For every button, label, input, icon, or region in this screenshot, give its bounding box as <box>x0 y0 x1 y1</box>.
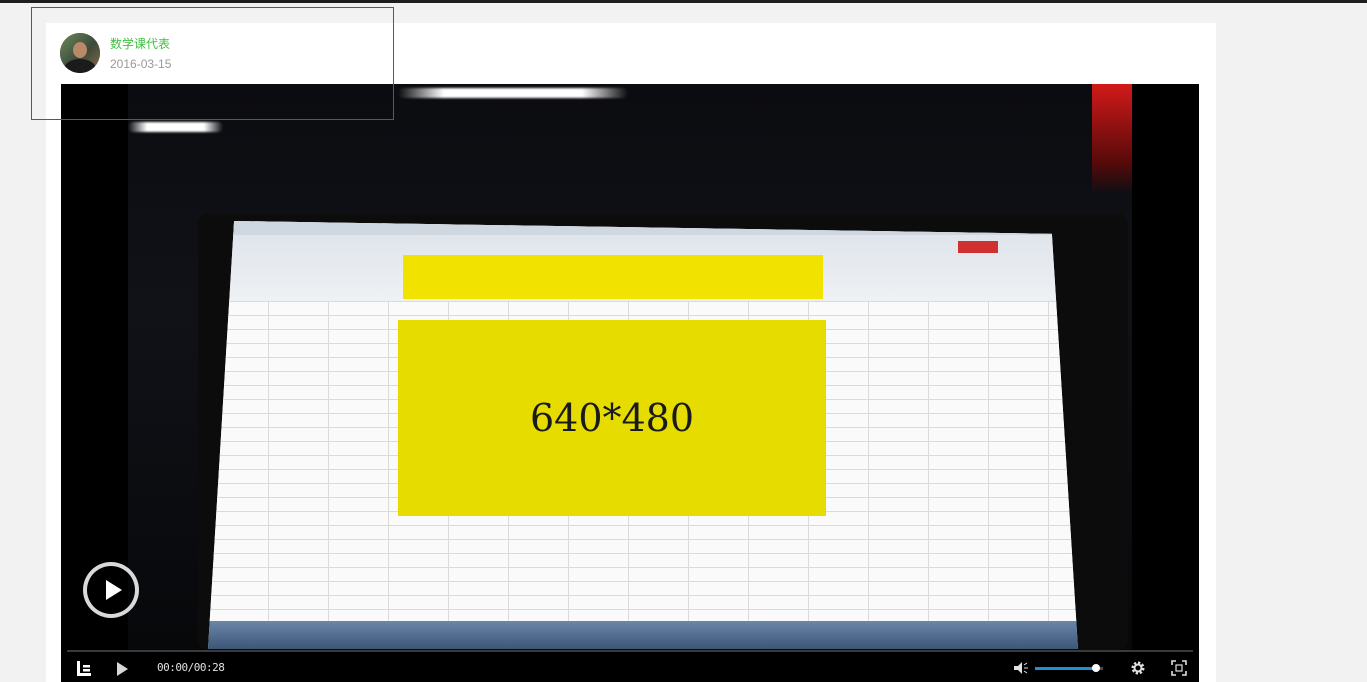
avatar-body <box>64 59 96 73</box>
video-player[interactable]: 640*480 00:00/00:28 <box>61 84 1199 682</box>
author-avatar[interactable] <box>60 33 100 73</box>
yellow-cell-block-top <box>403 255 823 299</box>
ceiling-light <box>398 88 628 98</box>
play-triangle <box>105 580 122 600</box>
avatar-face <box>73 42 87 58</box>
author-name[interactable]: 数学课代表 <box>110 35 170 52</box>
volume-knob[interactable] <box>1092 664 1101 672</box>
time-display: 00:00/00:28 <box>157 661 225 674</box>
video-frame[interactable]: 640*480 <box>128 84 1132 650</box>
post-date: 2016-03-15 <box>110 57 172 71</box>
top-bar <box>0 0 1367 3</box>
volume-slider[interactable] <box>1035 664 1103 672</box>
volume-icon[interactable] <box>1013 660 1029 676</box>
os-taskbar <box>208 621 1078 649</box>
letv-logo-icon[interactable] <box>75 660 93 678</box>
play-icon[interactable] <box>117 662 128 676</box>
play-circle-icon[interactable] <box>83 562 139 618</box>
gear-icon[interactable] <box>1130 660 1146 676</box>
video-frame-text: 640*480 <box>529 396 695 440</box>
ribbon-red-button <box>958 241 998 253</box>
red-glow <box>1092 84 1132 194</box>
player-controls: 00:00/00:28 <box>61 652 1199 682</box>
volume-fill <box>1035 667 1097 670</box>
ceiling-light <box>128 122 223 132</box>
fullscreen-icon[interactable] <box>1171 660 1187 676</box>
